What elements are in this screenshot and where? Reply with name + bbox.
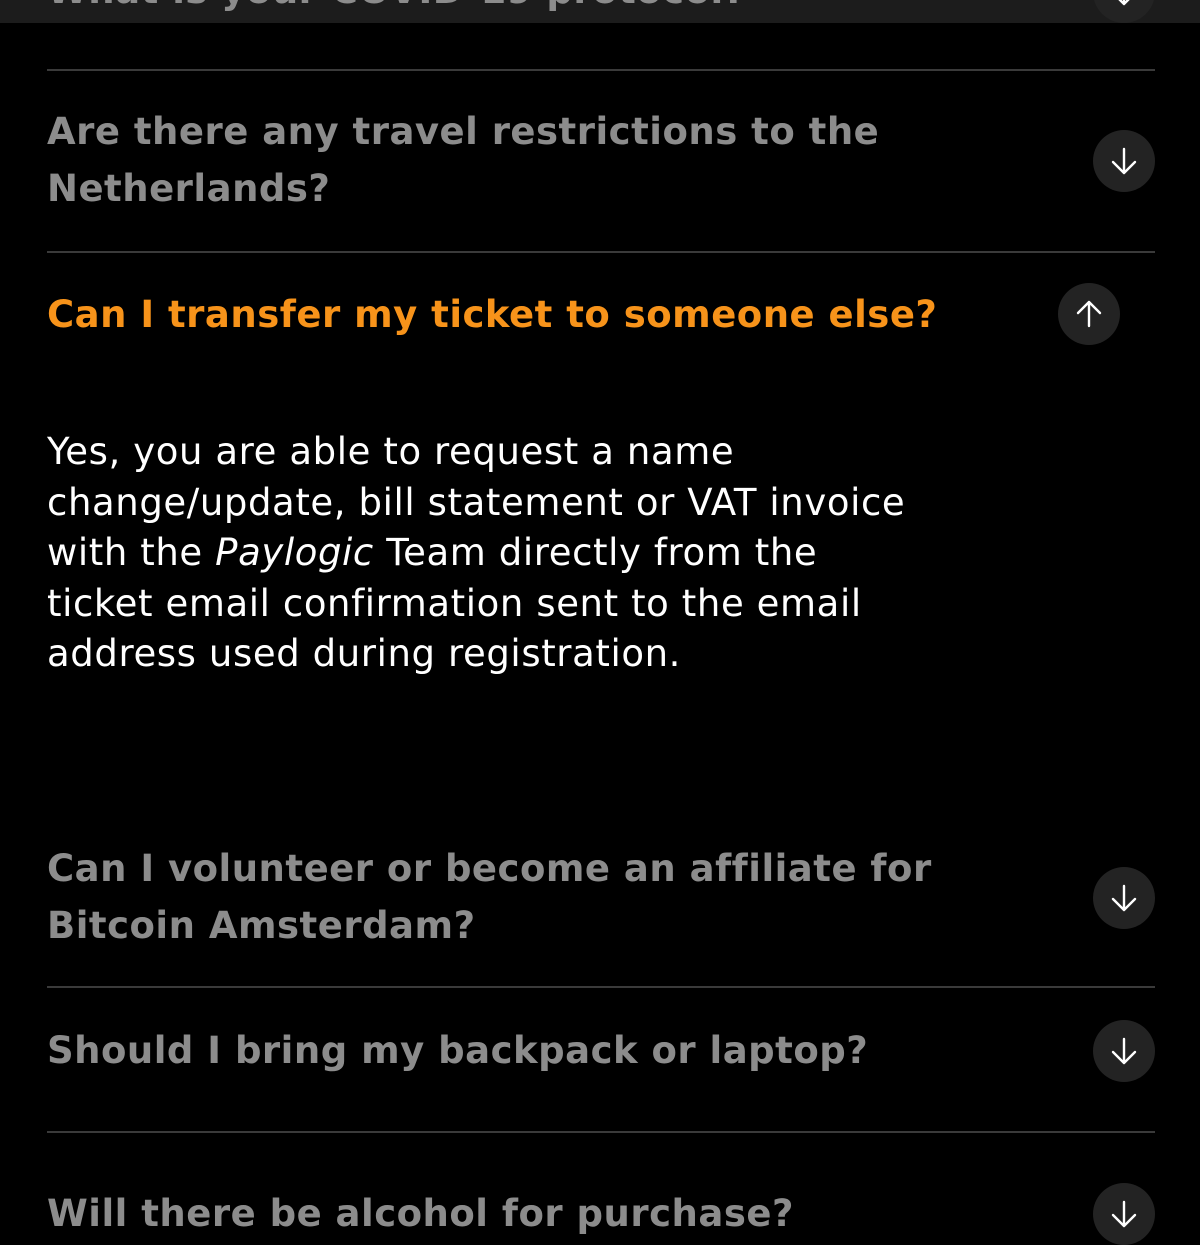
faq-answer-line: address used during registration. — [47, 632, 682, 675]
faq-toggle-covid[interactable] — [1093, 0, 1155, 23]
faq-item-travel[interactable]: Are there any travel restrictions to the… — [47, 103, 1155, 217]
faq-item-covid[interactable]: What is your COVID-19 protocol? — [0, 0, 1200, 23]
arrow-down-icon — [1118, 0, 1130, 6]
faq-answer-ticket-transfer: Yes, you are able to request a name chan… — [47, 427, 1047, 680]
faq-question-covid[interactable]: What is your COVID-19 protocol? — [47, 0, 746, 19]
faq-question-backpack[interactable]: Should I bring my backpack or laptop? — [47, 1022, 1155, 1079]
faq-toggle-ticket-transfer[interactable] — [1058, 283, 1120, 345]
faq-toggle-backpack[interactable] — [1093, 1020, 1155, 1082]
faq-question-travel[interactable]: Are there any travel restrictions to the… — [47, 103, 1155, 217]
faq-divider — [47, 69, 1155, 71]
faq-answer-line: with the Paylogic Team directly from the — [47, 528, 1047, 579]
faq-divider — [47, 1131, 1155, 1133]
faq-question-travel-line1: Are there any travel restrictions to the — [47, 110, 880, 153]
faq-question-alcohol[interactable]: Will there be alcohol for purchase? — [47, 1185, 794, 1242]
faq-item-backpack[interactable]: Should I bring my backpack or laptop? — [47, 1022, 1155, 1079]
faq-item-ticket-transfer[interactable]: Can I transfer my ticket to someone else… — [47, 286, 1155, 343]
faq-divider — [47, 986, 1155, 988]
faq-toggle-travel[interactable] — [1093, 130, 1155, 192]
faq-question-ticket-transfer[interactable]: Can I transfer my ticket to someone else… — [47, 286, 1155, 343]
faq-question-travel-line2: Netherlands? — [47, 167, 331, 210]
faq-toggle-volunteer[interactable] — [1093, 867, 1155, 929]
arrow-down-icon — [1111, 884, 1137, 912]
arrow-down-icon — [1111, 1200, 1137, 1228]
arrow-down-icon — [1111, 1037, 1137, 1065]
faq-answer-text: Team directly from the — [373, 531, 818, 574]
faq-divider — [47, 251, 1155, 253]
faq-question-volunteer[interactable]: Can I volunteer or become an affiliate f… — [47, 840, 1155, 954]
faq-question-volunteer-line2: Bitcoin Amsterdam? — [47, 904, 476, 947]
faq-answer-line: ticket email confirmation sent to the em… — [47, 581, 862, 625]
arrow-up-icon — [1076, 300, 1102, 328]
faq-toggle-alcohol[interactable] — [1093, 1183, 1155, 1245]
faq-question-volunteer-line1: Can I volunteer or become an affiliate f… — [47, 847, 932, 890]
arrow-down-icon — [1111, 147, 1137, 175]
faq-answer-line: Yes, you are able to request a name — [47, 430, 735, 473]
faq-answer-line: change/update, bill statement or VAT inv… — [47, 480, 906, 524]
paylogic-name: Paylogic — [215, 531, 374, 574]
faq-item-volunteer[interactable]: Can I volunteer or become an affiliate f… — [47, 840, 1155, 954]
faq-answer-text: with the — [47, 531, 216, 574]
